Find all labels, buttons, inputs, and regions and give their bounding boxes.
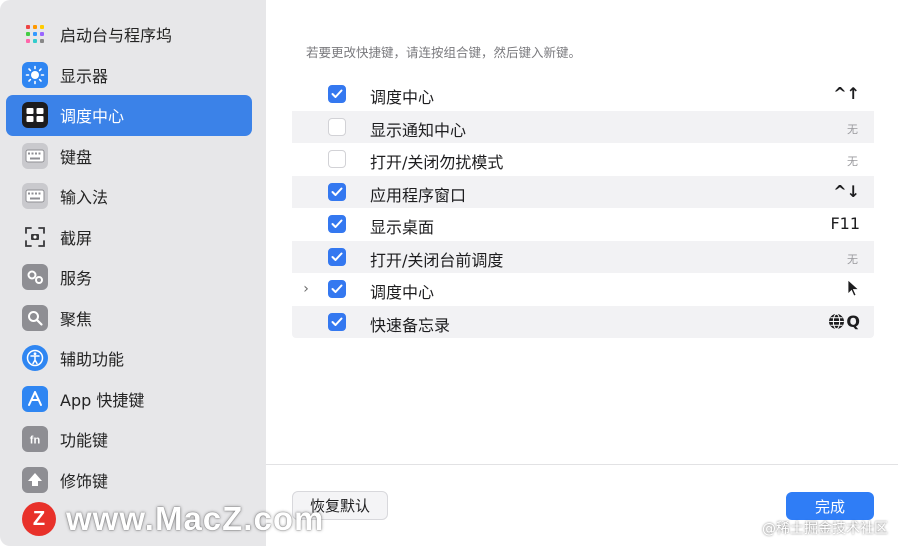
sidebar-item-label: 调度中心 xyxy=(60,107,125,127)
sidebar-item-label: 服务 xyxy=(60,269,93,289)
checkmark-icon xyxy=(331,317,343,326)
sidebar-item-label: App 快捷键 xyxy=(60,390,145,410)
table-row[interactable]: 打开/关闭台前调度 无 xyxy=(292,240,874,273)
shortcut-hint: 若要更改快捷键，请连按组合键，然后键入新键。 xyxy=(306,45,582,60)
main-panel: 若要更改快捷键，请连按组合键，然后键入新键。 调度中心 ^↑ 显示通知中心 无 … xyxy=(266,0,898,546)
sidebar-item-modifier-keys[interactable]: 修饰键 xyxy=(6,460,252,501)
sidebar-item-services[interactable]: 服务 xyxy=(6,257,252,298)
shortcut-keys[interactable] xyxy=(846,279,860,297)
sidebar-item-spotlight[interactable]: 聚焦 xyxy=(6,298,252,339)
checkmark-icon xyxy=(331,89,343,98)
function-keys-icon: fn xyxy=(22,426,48,453)
shortcut-keys[interactable]: ^↑ xyxy=(833,84,860,103)
row-label: 显示桌面 xyxy=(370,218,435,237)
mission-control-icon xyxy=(22,102,48,129)
sidebar-item-label: 辅助功能 xyxy=(60,350,125,370)
sidebar: 启动台与程序坞 显示器 调度中心 键盘 输入法 截屏 服务 聚焦 辅助功能 Ap… xyxy=(0,0,266,546)
sidebar-item-label: 截屏 xyxy=(60,228,93,248)
table-row[interactable]: › 调度中心 xyxy=(292,273,874,306)
shortcut-keys[interactable]: Q xyxy=(828,312,860,331)
shortcut-keys[interactable]: ^↓ xyxy=(833,182,860,201)
launchpad-icon xyxy=(22,21,48,47)
shortcut-keys[interactable]: 无 xyxy=(847,153,858,169)
chevron-right-icon[interactable]: › xyxy=(300,281,312,297)
checkbox[interactable] xyxy=(328,247,346,266)
shortcut-table: 调度中心 ^↑ 显示通知中心 无 打开/关闭勿扰模式 无 应用程序窗口 ^↓ 显… xyxy=(292,78,874,338)
sidebar-item-label: 键盘 xyxy=(60,147,93,167)
mouse-pointer-icon xyxy=(847,279,860,297)
settings-window: 启动台与程序坞 显示器 调度中心 键盘 输入法 截屏 服务 聚焦 辅助功能 Ap… xyxy=(0,0,898,546)
sidebar-item-label: 聚焦 xyxy=(60,309,93,329)
table-row[interactable]: 应用程序窗口 ^↓ xyxy=(292,175,874,208)
done-button[interactable]: 完成 xyxy=(786,492,874,520)
sidebar-item-label: 输入法 xyxy=(60,188,109,208)
shortcut-keys[interactable]: 无 xyxy=(847,251,858,267)
checkbox[interactable] xyxy=(328,117,346,136)
checkmark-icon xyxy=(331,187,343,196)
shortcut-keys[interactable]: 无 xyxy=(847,121,858,137)
sidebar-item-input-method[interactable]: 输入法 xyxy=(6,176,252,217)
sidebar-item-label: 功能键 xyxy=(60,431,109,451)
screenshot-icon xyxy=(22,224,48,250)
table-row[interactable]: 显示桌面 F11 xyxy=(292,208,874,241)
checkbox[interactable] xyxy=(328,215,346,233)
accessibility-icon xyxy=(22,345,48,372)
sidebar-item-keyboard[interactable]: 键盘 xyxy=(6,136,252,177)
spotlight-icon xyxy=(22,304,48,331)
sidebar-item-function-keys[interactable]: fn 功能键 xyxy=(6,419,252,460)
restore-defaults-button[interactable]: 恢复默认 xyxy=(292,491,388,520)
footer-divider xyxy=(266,464,898,465)
services-icon xyxy=(22,264,48,291)
row-label: 快速备忘录 xyxy=(370,315,451,335)
svg-text:fn: fn xyxy=(30,435,41,447)
checkbox[interactable] xyxy=(328,312,346,331)
row-label: 打开/关闭台前调度 xyxy=(370,250,504,270)
modifier-keys-icon xyxy=(22,466,48,493)
checkbox[interactable] xyxy=(328,150,346,168)
sidebar-item-accessibility[interactable]: 辅助功能 xyxy=(6,338,252,379)
checkbox[interactable] xyxy=(328,280,346,298)
checkbox[interactable] xyxy=(328,85,346,103)
table-row[interactable]: 显示通知中心 无 xyxy=(292,110,874,143)
table-row[interactable]: 打开/关闭勿扰模式 无 xyxy=(292,143,874,176)
app-shortcuts-icon xyxy=(22,385,48,412)
globe-icon xyxy=(829,313,845,329)
sidebar-item-screenshot[interactable]: 截屏 xyxy=(6,217,252,258)
sidebar-item-label: 修饰键 xyxy=(60,471,109,491)
sidebar-item-label: 启动台与程序坞 xyxy=(60,26,173,46)
row-label: 应用程序窗口 xyxy=(370,185,467,205)
sidebar-item-mission-control[interactable]: 调度中心 xyxy=(6,95,252,136)
checkbox[interactable] xyxy=(328,182,346,201)
keyboard-icon xyxy=(22,142,48,169)
checkmark-icon xyxy=(331,252,343,261)
display-icon xyxy=(22,61,48,88)
row-label: 调度中心 xyxy=(370,283,435,302)
input-method-icon xyxy=(22,183,48,210)
row-label: 调度中心 xyxy=(370,88,435,107)
row-label: 显示通知中心 xyxy=(370,120,467,140)
sidebar-item-display[interactable]: 显示器 xyxy=(6,55,252,96)
row-label: 打开/关闭勿扰模式 xyxy=(370,153,504,172)
sidebar-item-launchpad[interactable]: 启动台与程序坞 xyxy=(6,14,252,55)
sidebar-item-label: 显示器 xyxy=(60,66,109,86)
table-row[interactable]: 快速备忘录 Q xyxy=(292,305,874,338)
checkmark-icon xyxy=(331,284,343,293)
shortcut-key-label: Q xyxy=(846,311,860,331)
table-row[interactable]: 调度中心 ^↑ xyxy=(292,78,874,111)
checkmark-icon xyxy=(331,219,343,228)
sidebar-item-app-shortcuts[interactable]: App 快捷键 xyxy=(6,379,252,420)
shortcut-keys[interactable]: F11 xyxy=(830,214,860,233)
